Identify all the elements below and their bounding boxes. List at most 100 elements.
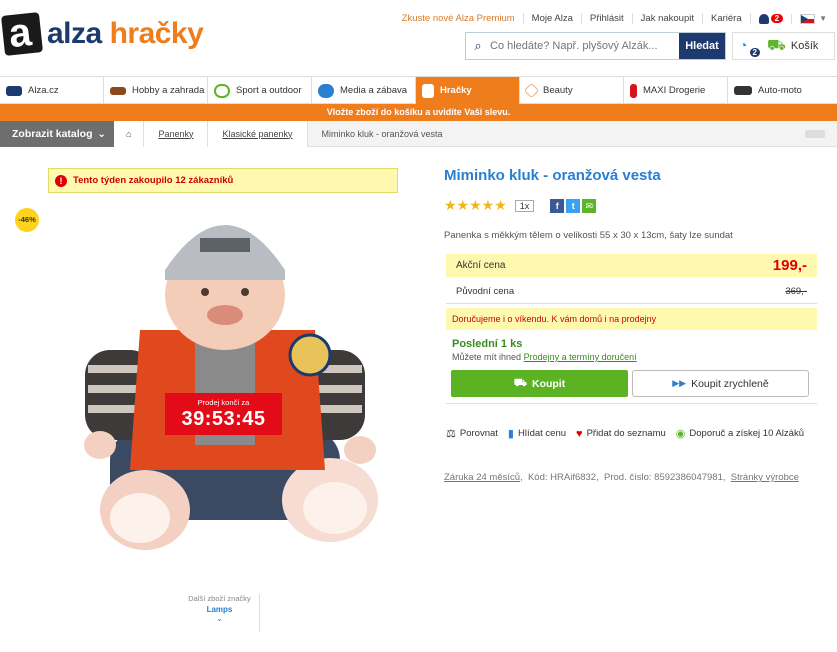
search-button[interactable]: Hledat [679, 33, 725, 59]
bell-icon [758, 13, 769, 24]
action-label: Porovnat [459, 428, 498, 439]
delivery-notice[interactable]: Doručujeme i o víkendu. K vám domů i na … [446, 308, 817, 330]
category-sport[interactable]: Sport a outdoor [208, 77, 312, 104]
countdown-time: 39:53:45 [181, 408, 266, 430]
product-image[interactable] [60, 200, 390, 560]
chat-bubbles-icon: ◔ 2 [739, 37, 760, 57]
brand-name: Lamps [206, 605, 233, 614]
category-label: Sport a outdoor [236, 85, 302, 96]
stock-box: Poslední 1 ks Můžete mít ihned Prodejny … [446, 333, 817, 404]
promo-banner[interactable]: Vložte zboží do košíku a uvidíte Vaši sl… [0, 104, 837, 121]
bottle-icon [630, 83, 637, 98]
product-number: Prod. číslo: 8592386047981 [604, 472, 723, 483]
category-label: Beauty [543, 85, 573, 96]
chevron-down-icon: ⌄ [216, 614, 223, 623]
chevron-down-icon: ⌄ [97, 127, 106, 140]
stock-detail-prefix: Můžete mít ihned [452, 352, 522, 362]
home-icon[interactable]: ⌂ [114, 120, 145, 147]
rating-row: ★★★★★ 1x f t ✉ [444, 197, 597, 214]
sale-price-label: Akční cena [456, 260, 506, 271]
cart-count-badge: 2 [749, 48, 760, 57]
discount-badge: -46% [15, 208, 39, 232]
search-input[interactable] [490, 33, 679, 59]
breadcrumb-item-panenky[interactable]: Panenky [144, 120, 209, 147]
scales-icon: ⚖ [446, 428, 456, 440]
category-media[interactable]: Media a zábava [312, 77, 416, 104]
career-link[interactable]: Kariéra [703, 13, 751, 24]
original-price-label: Původní cena [456, 286, 515, 297]
maker-link[interactable]: Stránky výrobce [731, 472, 799, 483]
how-to-buy-link[interactable]: Jak nakoupit [633, 13, 703, 24]
product-meta: Záruka 24 měsíců, Kód: HRAif6832, Prod. … [444, 472, 799, 483]
bike-icon [214, 83, 230, 98]
search-box: ⌕ Hledat [465, 32, 726, 60]
category-beauty[interactable]: Beauty [520, 77, 624, 104]
category-alza[interactable]: Alza.cz [0, 77, 104, 104]
category-label: Hračky [440, 85, 472, 96]
warranty-link[interactable]: Záruka 24 měsíců [444, 472, 520, 483]
category-drogerie[interactable]: MAXI Drogerie [624, 77, 728, 104]
more-from-brand[interactable]: Další zboží značky Lamps ⌄ [180, 594, 260, 632]
pager-icon[interactable] [805, 130, 825, 138]
original-price-row: Původní cena 369,- [446, 280, 817, 304]
sold-notice: ! Tento týden zakoupilo 12 zákazníků [48, 168, 398, 193]
stock-status: Poslední 1 ks [452, 338, 523, 350]
star-rating-icon[interactable]: ★★★★★ [444, 197, 507, 214]
breadcrumb-bar: Zobrazit katalog ⌄ ⌂ Panenky Klasické pa… [0, 120, 837, 147]
breadcrumb-current: Miminko kluk - oranžová vesta [321, 128, 443, 139]
sold-notice-text: Tento týden zakoupilo 12 zákazníků [73, 175, 234, 186]
recommend-icon: ◉ [675, 428, 686, 440]
logo-text: alza hračky [47, 17, 204, 51]
product-title: Miminko kluk - oranžová vesta [444, 167, 661, 184]
catalog-button-label: Zobrazit katalog [12, 127, 93, 140]
sale-price-row: Akční cena 199,- [446, 254, 817, 277]
email-icon[interactable]: ✉ [582, 198, 597, 213]
chart-icon: ▮ [507, 428, 514, 440]
buy-button[interactable]: ⛟ Koupit [451, 370, 628, 397]
cart-button[interactable]: ◔ 2 ⛟ Košík [732, 32, 835, 60]
basket-icon: ⛟ [513, 376, 527, 389]
basket-icon: ⛟ [767, 36, 786, 54]
czech-flag-icon[interactable] [800, 13, 816, 24]
watch-price-action[interactable]: ▮ Hlídat cenu [508, 427, 566, 440]
double-arrow-icon: ▶▶ [672, 378, 687, 388]
login-link[interactable]: Přihlásit [582, 13, 633, 24]
diamond-icon [523, 82, 540, 99]
exclamation-icon: ! [55, 174, 67, 187]
compare-action[interactable]: ⚖ Porovnat [446, 427, 498, 440]
alza-logo[interactable]: a alza hračky [1, 10, 204, 56]
add-to-list-action[interactable]: ♥ Přidat do seznamu [576, 427, 666, 440]
buy-button-label: Koupit [531, 377, 566, 390]
category-hracky[interactable]: Hračky [416, 77, 520, 104]
car-icon [734, 86, 752, 95]
notifications-button[interactable]: 2 [751, 13, 793, 24]
breadcrumb-item-klasicke[interactable]: Klasické panenky [208, 120, 308, 147]
breadcrumb: ⌂ Panenky Klasické panenky Miminko kluk … [114, 120, 457, 147]
category-label: Alza.cz [28, 85, 59, 96]
my-alza-link[interactable]: Moje Alza [524, 13, 582, 24]
recommend-action[interactable]: ◉ Doporuč a získej 10 Alzáků [676, 427, 804, 440]
logo-mark-icon: a [1, 10, 43, 56]
brand-more-label: Další zboží značky [188, 594, 251, 603]
countdown-label: Prodej končí za [197, 398, 250, 407]
rating-count[interactable]: 1x [514, 199, 535, 212]
catalog-button[interactable]: Zobrazit katalog ⌄ [0, 120, 114, 147]
facebook-icon[interactable]: f [550, 198, 565, 213]
stock-detail: Můžete mít ihned Prodejny a termíny doru… [452, 352, 637, 362]
category-label: Media a zábava [340, 85, 408, 96]
chevron-down-icon[interactable]: ▼ [819, 14, 827, 23]
stores-link[interactable]: Prodejny a termíny doručení [524, 352, 637, 362]
action-label: Přidat do seznamu [586, 428, 666, 439]
category-auto[interactable]: Auto-moto [728, 77, 832, 104]
twitter-icon[interactable]: t [566, 198, 581, 213]
premium-link[interactable]: Zkuste nové Alza Premium [394, 13, 524, 24]
category-hobby[interactable]: Hobby a zahrada [104, 77, 208, 104]
product-description: Panenka s měkkým tělem o velikosti 55 x … [444, 230, 733, 241]
search-icon: ⌕ [474, 38, 482, 53]
social-share: f t ✉ [550, 198, 597, 213]
category-label: MAXI Drogerie [643, 85, 706, 96]
quick-buy-label: Koupit zrychleně [691, 377, 769, 390]
play-icon [318, 83, 334, 98]
cart-label: Košík [790, 40, 819, 52]
quick-buy-button[interactable]: ▶▶ Koupit zrychleně [632, 370, 809, 397]
